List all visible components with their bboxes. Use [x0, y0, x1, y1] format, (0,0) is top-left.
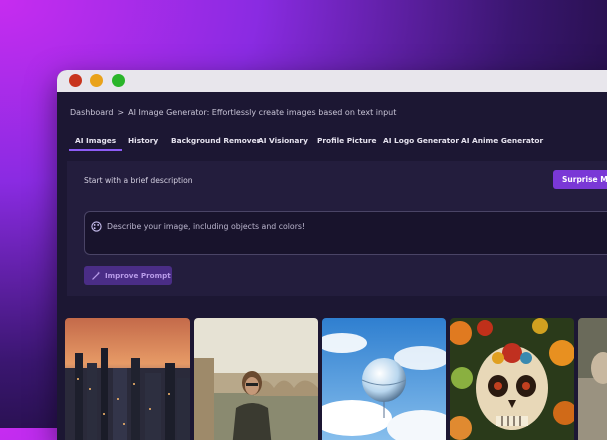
gallery-image-bridge[interactable]: [194, 318, 318, 440]
browser-window: Dashboard > AI Image Generator: Effortless…: [57, 70, 607, 440]
maximize-window-button[interactable]: [112, 74, 125, 87]
tab-bar: AI Images History Background Remover AI …: [57, 136, 607, 154]
prompt-box[interactable]: [84, 211, 607, 255]
breadcrumb-separator: >: [117, 108, 125, 117]
city-skyline-image: [65, 318, 190, 440]
partial-image: [578, 318, 607, 440]
breadcrumb: Dashboard > AI Image Generator: Effortless…: [70, 108, 396, 117]
palette-icon: [91, 221, 102, 232]
tab-ai-visionary[interactable]: AI Visionary: [258, 136, 308, 145]
improve-prompt-label: Improve Prompt: [105, 271, 171, 280]
man-bridge-image: [194, 318, 318, 440]
prompt-input[interactable]: [107, 219, 587, 233]
gallery-image-skull[interactable]: [450, 318, 574, 440]
breadcrumb-dashboard-link[interactable]: Dashboard: [70, 108, 113, 117]
window-titlebar: [57, 70, 607, 92]
tab-history[interactable]: History: [128, 136, 158, 145]
image-gallery: [65, 318, 607, 440]
surprise-me-button[interactable]: Surprise Me: [553, 170, 607, 189]
minimize-window-button[interactable]: [90, 74, 103, 87]
tab-background-remover[interactable]: Background Remover: [171, 136, 260, 145]
generator-panel: Start with a brief description Surprise …: [67, 161, 607, 296]
magic-wand-icon: [92, 271, 101, 280]
close-window-button[interactable]: [69, 74, 82, 87]
sphere-clouds-image: [322, 318, 446, 440]
tab-profile-picture[interactable]: Profile Picture: [317, 136, 377, 145]
panel-title: Start with a brief description: [84, 176, 193, 185]
tab-ai-logo-generator[interactable]: AI Logo Generator: [383, 136, 459, 145]
tab-ai-images[interactable]: AI Images: [68, 136, 123, 151]
gallery-image-city[interactable]: [65, 318, 190, 440]
app-content: Dashboard > AI Image Generator: Effortless…: [57, 92, 607, 440]
sugar-skull-image: [450, 318, 574, 440]
breadcrumb-current: AI Image Generator: Effortlessly create …: [128, 108, 397, 117]
gallery-image-sphere[interactable]: [322, 318, 446, 440]
improve-prompt-button[interactable]: Improve Prompt: [84, 266, 172, 285]
tab-ai-anime-generator[interactable]: AI Anime Generator: [461, 136, 543, 145]
gallery-image-partial[interactable]: [578, 318, 607, 440]
